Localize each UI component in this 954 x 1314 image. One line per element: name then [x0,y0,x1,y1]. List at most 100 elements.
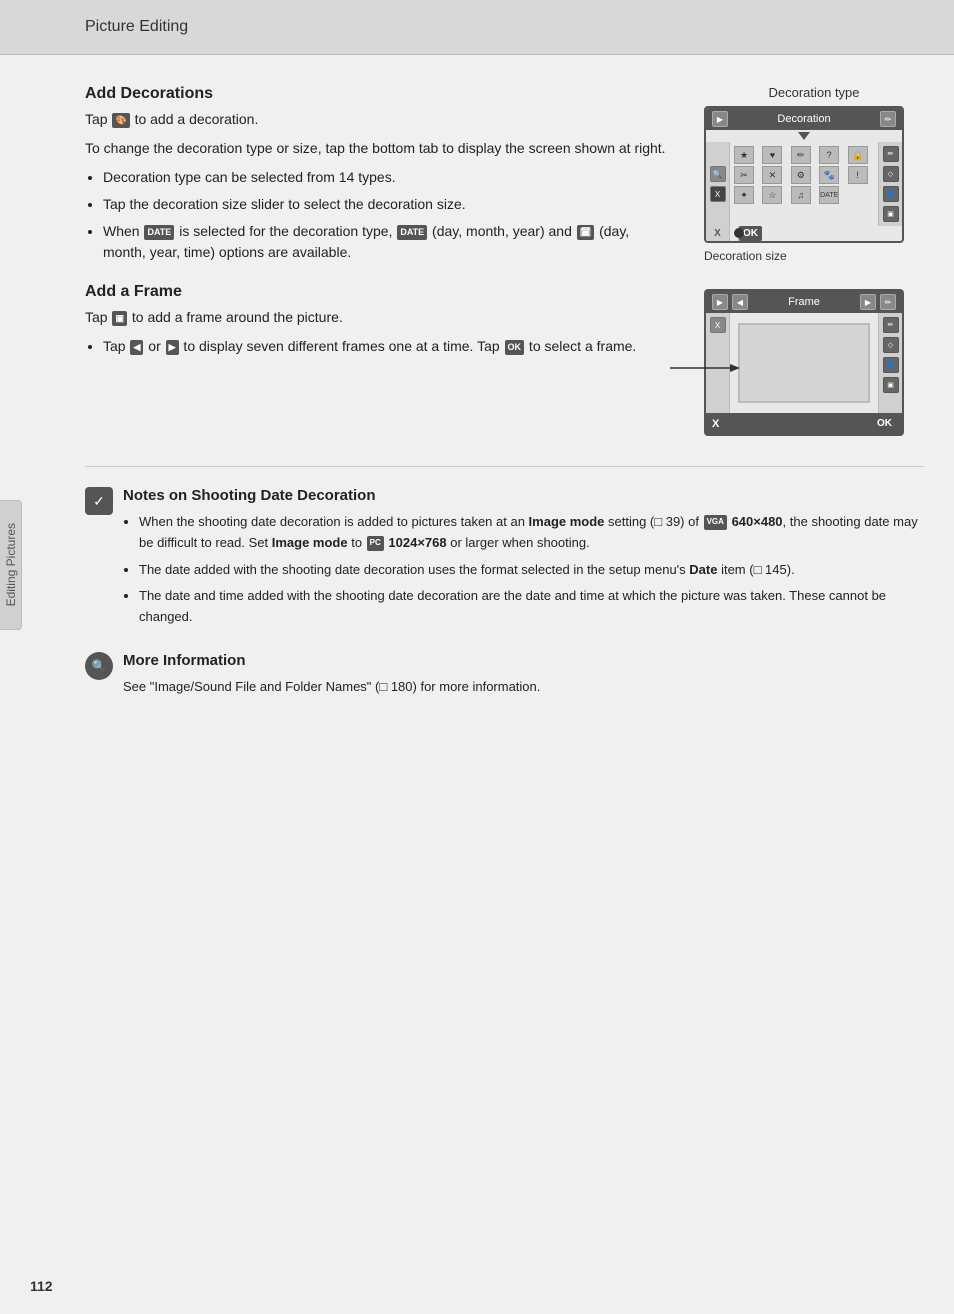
shooting-bullet-3: The date and time added with the shootin… [139,586,924,628]
res2-bold: 1024×768 [388,535,446,550]
decoration-size-label: Decoration size [704,249,924,263]
left-arrow-icon: ◀ [130,340,143,356]
add-frame-para1: Tap ▣ to add a frame around the picture. [85,307,674,328]
deco-exclaim: ! [848,166,868,184]
frame-x-icon: X [710,317,726,333]
more-info-note: 🔍 More Information See "Image/Sound File… [85,652,924,698]
frame-right-bar: ✏ ◇ 👤 ▣ [878,313,902,413]
decoration-screen: ▶ Decoration ✏ 🔍 X ★ ♥ [704,106,904,243]
add-decorations-para1: Tap 🎨 to add a decoration. [85,109,674,130]
image-mode-bold2: Image mode [272,535,348,550]
frame-x-label: X [712,418,719,430]
frame-play-icon: ▶ [712,294,728,310]
decoration-screen-body: 🔍 X ★ ♥ ✏ ? 🔒 ✂ ✕ ⚙ 🐾 ! [706,142,902,226]
date-icon-inline: DATE [144,225,174,241]
screen-top-right-icon: ✏ [880,111,896,127]
frame-bottom-bar: X OK [706,413,902,434]
frame-body: X ✏ ◇ 👤 ▣ [706,313,902,413]
frame-left-nav: ◀ [732,294,748,310]
decoration-type-label: Decoration type [704,85,924,100]
frame-pencil-icon: ✏ [880,294,896,310]
frame-right-diamond: ◇ [883,337,899,353]
frame-right-person: 👤 [883,357,899,373]
more-info-title: More Information [123,652,540,669]
ok-icon-inline: OK [505,340,525,356]
right-person-icon: 👤 [883,186,899,202]
bottom-section: ✓ Notes on Shooting Date Decoration When… [85,466,924,698]
left-column: Add Decorations Tap 🎨 to add a decoratio… [85,85,674,436]
add-decorations-title: Add Decorations [85,85,674,103]
deco-music: ♫ [791,186,811,204]
add-frame-bullets: Tap ◀ or ▶ to display seven different fr… [103,336,674,357]
bottom-left-spacer: X [706,226,730,241]
decoration-screen-bottom-row: X OK [706,226,902,241]
frame-top-right: ▶ ✏ [860,294,896,310]
x-label: X [714,228,721,239]
deco-plus: ✦ [734,186,754,204]
frame-bullet-1: Tap ◀ or ▶ to display seven different fr… [103,336,674,357]
deco-star: ★ [734,146,754,164]
frame-preview [738,323,870,403]
note-icon-area: ✓ [85,487,113,515]
shooting-date-note: ✓ Notes on Shooting Date Decoration When… [85,487,924,636]
right-grid-icon: ▣ [883,206,899,222]
magnifier-icon: 🔍 [710,166,726,182]
date-icon2-inline: DATE [397,225,427,241]
add-decorations-bullets: Decoration type can be selected from 14 … [103,167,674,263]
add-frame-section: Add a Frame Tap ▣ to add a frame around … [85,283,674,357]
side-tab: Editing Pictures [0,500,22,630]
res1-bold: 640×480 [732,514,783,529]
x-icon: X [710,186,726,202]
size-slider-thumb [734,228,744,238]
frame-icon-inline: ▣ [112,311,127,327]
add-decorations-section: Add Decorations Tap 🎨 to add a decoratio… [85,85,674,263]
dropdown-row [706,130,902,142]
frame-screen-title: Frame [788,296,820,308]
cam-left-bar: 🔍 X [706,142,730,226]
decoration-screen-top: ▶ Decoration ✏ [706,108,902,130]
deco-date: DATE [819,186,839,204]
deco-scissors: ✂ [734,166,754,184]
deco-cat: 🐾 [819,166,839,184]
play-icon: ▶ [712,111,728,127]
right-diamond-icon: ◇ [883,166,899,182]
bullet-1: Decoration type can be selected from 14 … [103,167,674,188]
more-info-content: More Information See "Image/Sound File a… [123,652,540,698]
note-checkmark-icon: ✓ [85,487,113,515]
main-content: Add Decorations Tap 🎨 to add a decoratio… [0,55,954,466]
deco-heart: ♥ [762,146,782,164]
deco-x2: ✕ [762,166,782,184]
bullet-3: When DATE is selected for the decoration… [103,221,674,263]
page-title: Picture Editing [85,18,188,35]
shooting-date-note-content: Notes on Shooting Date Decoration When t… [123,487,924,636]
right-pencil-icon: ✏ [883,146,899,162]
vga-icon: VGA [704,515,727,530]
image-mode-bold: Image mode [529,514,605,529]
right-arrow-icon: ▶ [166,340,179,356]
dropdown-arrow [798,132,810,140]
page-number: 112 [30,1278,53,1294]
date-icon3-inline: 🗓 [577,225,594,241]
shooting-bullet-2: The date added with the shooting date de… [139,560,924,581]
decoration-icon: 🎨 [112,113,129,129]
frame-top-left: ▶ ◀ [712,294,748,310]
shooting-date-bullets: When the shooting date decoration is add… [139,512,924,628]
frame-right-pencil: ✏ [883,317,899,333]
more-info-icon: 🔍 [85,652,113,680]
page-header: Picture Editing [0,0,954,55]
pc-icon: PC [367,536,384,551]
frame-ok-btn: OK [873,416,896,431]
frame-right-nav: ▶ [860,294,876,310]
frame-left-bar: X [706,313,730,413]
deco-star2: ☆ [762,186,782,204]
frame-screen-top: ▶ ◀ Frame ▶ ✏ [706,291,902,313]
deco-lock: 🔒 [848,146,868,164]
right-column: Decoration type ▶ Decoration ✏ 🔍 X [704,85,924,436]
side-tab-text: Editing Pictures [4,523,18,606]
add-frame-title: Add a Frame [85,283,674,301]
add-decorations-para2: To change the decoration type or size, t… [85,138,674,159]
decoration-grid-area: ★ ♥ ✏ ? 🔒 ✂ ✕ ⚙ 🐾 ! ✦ ☆ ♫ DATE [730,142,878,226]
date-bold: Date [689,562,717,577]
deco-q: ? [819,146,839,164]
decoration-screen-title: Decoration [777,113,830,125]
